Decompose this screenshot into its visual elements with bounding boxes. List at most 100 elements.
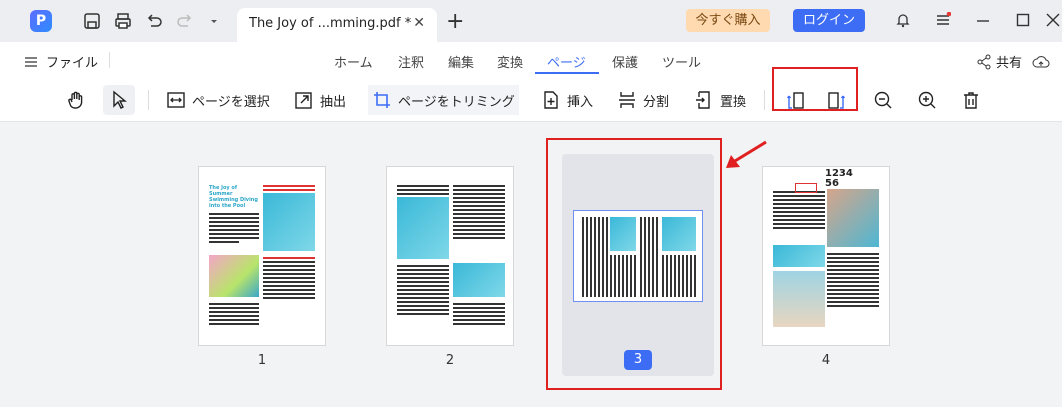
page-1-title: The Joy of Summer Swimming Diving into t… (209, 185, 258, 209)
page-4-image-child (773, 271, 825, 327)
share-button[interactable]: 共有 (976, 52, 1050, 71)
extract-label: 抽出 (320, 94, 347, 110)
maximize-icon[interactable] (1015, 12, 1031, 28)
document-tab[interactable]: The Joy of ...mming.pdf * ✕ (237, 8, 437, 42)
share-label: 共有 (996, 56, 1023, 71)
dropdown-icon[interactable] (205, 12, 223, 30)
insert-label: 挿入 (567, 94, 594, 110)
active-tab-indicator (535, 72, 599, 74)
select-page-label: ページを選択 (192, 94, 270, 110)
share-icon (977, 54, 991, 69)
page-1-image-float (209, 255, 259, 297)
cursor-icon (113, 90, 127, 109)
page-1-text-block-2 (209, 301, 259, 327)
zoom-out-button[interactable] (869, 85, 897, 115)
page-1-col2-text (263, 255, 315, 301)
page-2-image-float (453, 263, 505, 297)
page-3-text-col2 (610, 255, 636, 297)
page-thumbnail-2[interactable] (386, 166, 514, 346)
page-thumbnail-1[interactable]: The Joy of Summer Swimming Diving into t… (198, 166, 326, 346)
menu-tools[interactable]: ツール (662, 52, 701, 71)
page-2-text-top (397, 183, 449, 197)
hand-icon (68, 91, 83, 109)
undo-icon[interactable] (145, 12, 163, 30)
page-3-text-col1 (582, 217, 608, 297)
trim-page-label: ページをトリミング (398, 94, 515, 110)
delete-page-button[interactable] (957, 85, 985, 115)
new-tab-button[interactable]: + (446, 9, 464, 34)
page-2-text-left (397, 263, 449, 317)
page-thumbnail-4[interactable]: 1234 56 (762, 166, 890, 346)
page-3-text-col4 (662, 255, 696, 297)
save-icon[interactable] (83, 12, 101, 30)
page-4-text-top (773, 189, 825, 231)
split-button[interactable]: 分割 (613, 85, 673, 115)
file-menu[interactable]: ファイル (24, 52, 98, 71)
menu-home[interactable]: ホーム (334, 52, 373, 71)
insert-page-icon (544, 91, 558, 109)
zoom-in-icon (918, 91, 936, 109)
title-bar: P The Joy of ...mming.pdf * ✕ + 今すぐ購入 ログ… (0, 0, 1062, 42)
menu-annotate[interactable]: 注釈 (398, 52, 424, 71)
page-2-text-right (453, 183, 505, 241)
toolbar-divider (764, 90, 765, 110)
trim-page-button[interactable]: ページをトリミング (368, 85, 519, 115)
page-4-header-numbers: 1234 56 (825, 168, 853, 189)
page-3-image-a (610, 217, 636, 251)
rotate-highlight-box (772, 67, 858, 111)
file-menu-label: ファイル (46, 56, 99, 71)
page-number-4: 4 (821, 353, 831, 368)
minimize-icon[interactable] (975, 12, 991, 28)
select-page-icon (167, 92, 185, 108)
crop-icon (374, 92, 390, 108)
page-3-rotated-content (573, 210, 703, 302)
menu-edit[interactable]: 編集 (448, 52, 474, 71)
page-number-2: 2 (445, 353, 455, 368)
page-toolbar: ページを選択 抽出 ページをトリミング 挿入 分割 置換 (0, 67, 1062, 122)
page-4-red-mark (795, 183, 817, 193)
extract-button[interactable]: 抽出 (290, 85, 350, 115)
menu-bar: ファイル ホーム 注釈 編集 変換 ページ 保護 ツール 共有 (0, 42, 1062, 78)
zoom-in-button[interactable] (913, 85, 941, 115)
select-page-button[interactable]: ページを選択 (162, 85, 274, 115)
zoom-out-icon (874, 91, 892, 109)
replace-button[interactable]: 置換 (690, 85, 750, 115)
menu-page[interactable]: ページ (547, 52, 586, 71)
page-1-col2-head (263, 183, 315, 193)
page-4-text-right (827, 251, 879, 309)
extract-icon (295, 92, 312, 109)
page-number-3: 3 (624, 350, 652, 370)
menu-convert[interactable]: 変換 (497, 52, 523, 71)
login-button[interactable]: ログイン (793, 9, 865, 32)
page-1-image-pool (263, 193, 315, 251)
page-thumbnail-3[interactable]: 3 (562, 154, 714, 376)
page-number-1: 1 (257, 353, 267, 368)
tab-title: The Joy of ...mming.pdf * (249, 16, 412, 31)
page-4-image-pool (773, 245, 825, 267)
split-label: 分割 (643, 94, 670, 110)
cloud-upload-icon[interactable] (1032, 54, 1050, 70)
tab-close-icon[interactable]: ✕ (413, 15, 425, 31)
hamburger-icon (25, 56, 37, 67)
toolbar-divider (148, 90, 149, 110)
buy-now-button[interactable]: 今すぐ購入 (686, 9, 770, 32)
redo-icon[interactable] (176, 12, 194, 30)
menu-icon[interactable] (935, 11, 952, 28)
print-icon[interactable] (114, 12, 132, 30)
trash-icon (964, 92, 978, 109)
menu-divider (109, 52, 110, 68)
insert-button[interactable]: 挿入 (537, 85, 597, 115)
hand-tool[interactable] (62, 85, 90, 115)
menu-protect[interactable]: 保護 (612, 52, 638, 71)
replace-label: 置換 (720, 94, 747, 110)
app-logo: P (30, 10, 52, 32)
replace-page-icon (696, 91, 710, 109)
page-2-image-pool (397, 197, 449, 259)
select-tool[interactable] (103, 85, 135, 115)
page-3-text-col3 (640, 217, 660, 297)
split-icon (619, 92, 635, 108)
bell-icon[interactable] (895, 12, 911, 28)
close-window-icon[interactable] (1045, 12, 1060, 28)
page-4-image-people (827, 189, 879, 247)
page-1-text-block (209, 211, 259, 245)
